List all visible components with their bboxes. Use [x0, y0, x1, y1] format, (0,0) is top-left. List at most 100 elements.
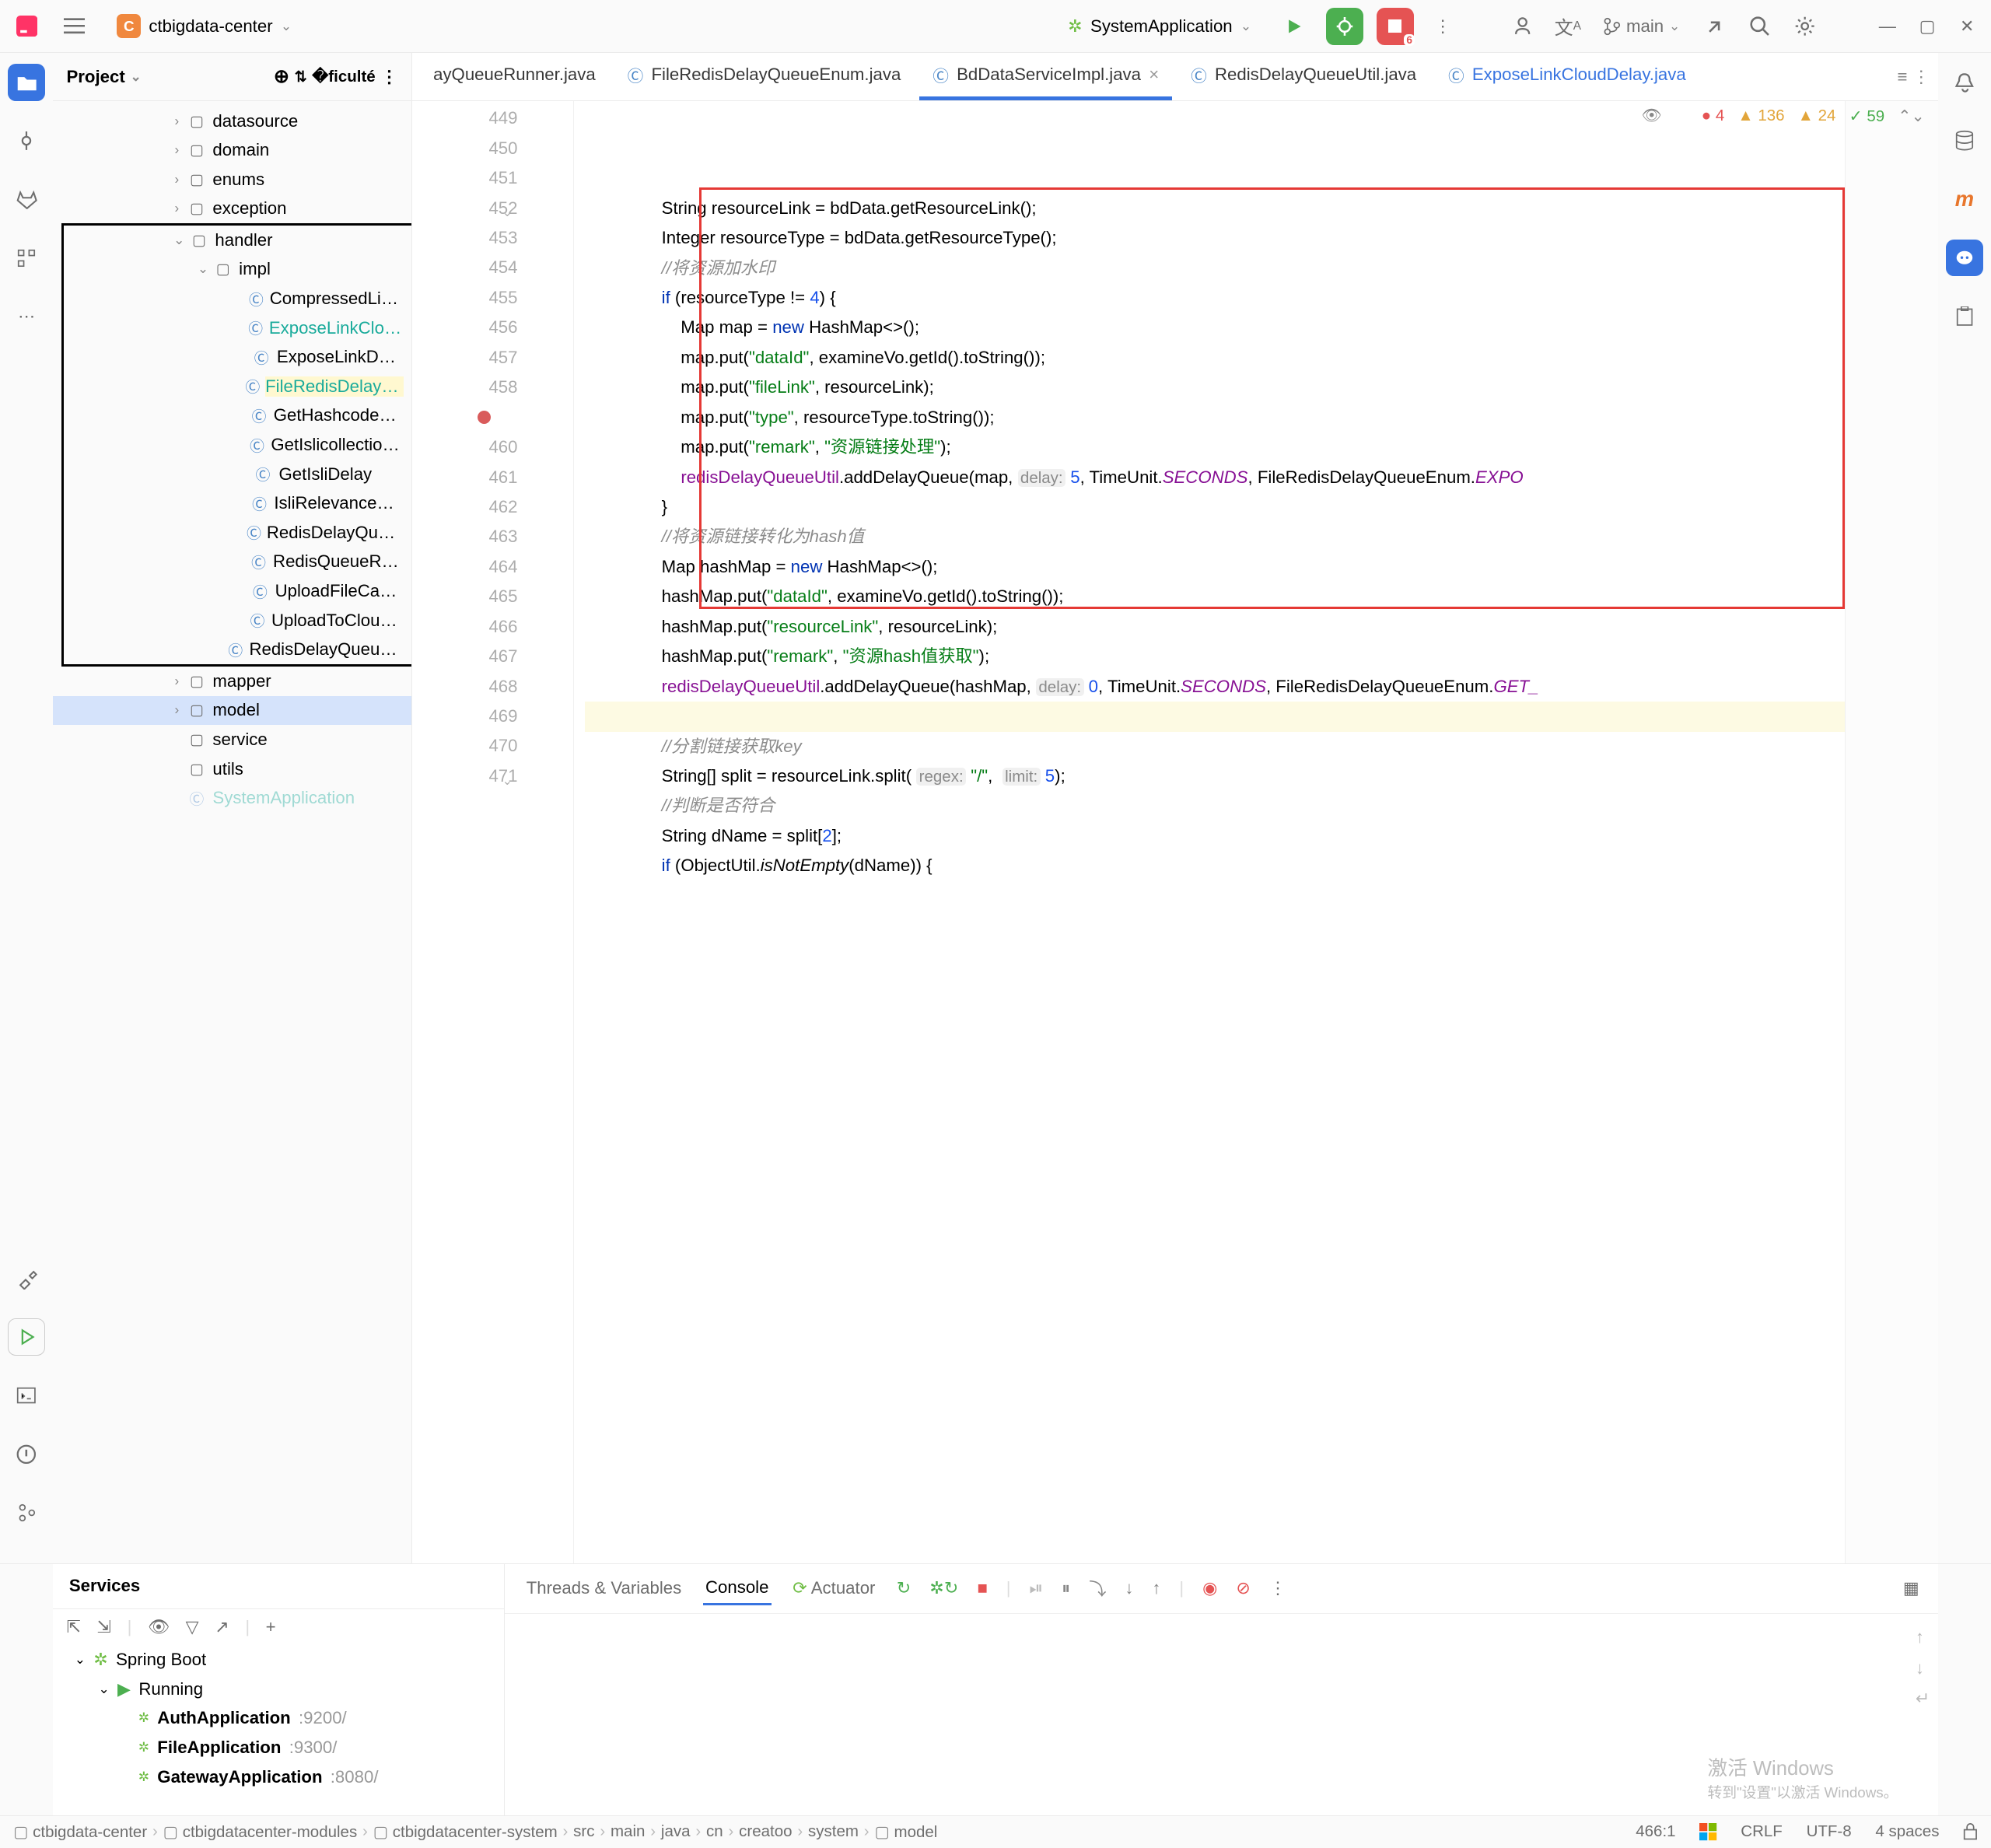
rerun-icon[interactable]: ↻	[897, 1578, 912, 1598]
tree-item[interactable]: ⒸIsliRelevanceDelay	[64, 488, 411, 518]
tree-item[interactable]: ⒸGetIsliDelay	[64, 460, 411, 489]
more-icon[interactable]: ⋮	[1912, 67, 1930, 87]
project-selector[interactable]: C ctbigdata-center ⌄	[107, 12, 303, 41]
breadcrumb-item[interactable]: main	[611, 1822, 645, 1841]
caret-position[interactable]: 466:1	[1636, 1822, 1675, 1841]
tree-item[interactable]: ›▢mapper	[53, 667, 411, 696]
show-icon[interactable]: 👁	[148, 1617, 170, 1637]
line-separator[interactable]: CRLF	[1741, 1822, 1783, 1841]
tree-item[interactable]: ⒸGetHashcodeDelay	[64, 401, 411, 431]
breadcrumb-item[interactable]: ▢ ctbigdatacenter-system	[373, 1822, 558, 1842]
tree-item[interactable]: ⌄▢impl	[64, 255, 411, 285]
tabs-list-icon[interactable]: ≡	[1897, 67, 1907, 87]
scroll-up-icon[interactable]: ↑	[1916, 1627, 1930, 1647]
structure-tool-icon[interactable]	[8, 240, 45, 277]
more-icon[interactable]: ⋮	[1427, 10, 1459, 42]
breadcrumb-item[interactable]: cn	[706, 1822, 723, 1841]
stop-icon[interactable]: ■	[977, 1578, 987, 1598]
step-out-icon[interactable]: ↑	[1152, 1578, 1160, 1598]
breadcrumbs[interactable]: ▢ ctbigdata-center›▢ ctbigdatacenter-mod…	[13, 1822, 937, 1842]
mute-breakpoints-icon[interactable]: ⊘	[1236, 1578, 1251, 1598]
services-tool-icon[interactable]	[8, 1318, 45, 1356]
code-with-me-icon[interactable]	[1506, 10, 1538, 42]
console-output[interactable]: ↑ ↓ ↵ 激活 Windows 转到"设置"以激活 Windows。	[505, 1614, 1937, 1816]
tree-item[interactable]: ▢service	[53, 725, 411, 754]
clipboard-icon[interactable]	[1946, 298, 1983, 335]
close-icon[interactable]: ×	[1149, 65, 1159, 85]
minimize-button[interactable]: —	[1874, 13, 1901, 40]
more-icon[interactable]: ⋮	[381, 67, 398, 87]
more-icon[interactable]: ⋮	[1269, 1578, 1286, 1598]
reader-mode-icon[interactable]: 👁	[1642, 107, 1662, 125]
pause-icon[interactable]: ⏸	[1062, 1578, 1070, 1598]
chevron-icon[interactable]: ⌃⌄	[1898, 107, 1924, 126]
breadcrumb-item[interactable]: ▢ ctbigdata-center	[13, 1822, 147, 1842]
stop-button[interactable]: 6	[1377, 8, 1414, 45]
gutter[interactable]: 449450451452⌄453454455456457458460461462…	[412, 101, 574, 1563]
export-icon[interactable]: ↗	[215, 1617, 229, 1637]
services-tree[interactable]: ⌄✲Spring Boot ⌄▶Running ✲AuthApplication…	[53, 1645, 504, 1815]
editor-tab[interactable]: ⒸExposeLinkCloudDelay.java	[1435, 53, 1699, 100]
breadcrumb-item[interactable]: java	[661, 1822, 691, 1841]
tree-item[interactable]: ⌄▢handler	[64, 226, 411, 255]
code-editor[interactable]: String resourceLink = bdData.getResource…	[574, 101, 1845, 1563]
tree-item[interactable]: ⒸRedisQueueRunner	[64, 548, 411, 577]
commit-tool-icon[interactable]	[8, 122, 45, 159]
notifications-icon[interactable]	[1946, 64, 1983, 101]
search-icon[interactable]	[1744, 10, 1776, 42]
tree-item[interactable]: ⒸRedisDelayQueueHandle	[64, 635, 411, 664]
minimap[interactable]	[1845, 101, 1938, 1563]
step-into-icon[interactable]: ↓	[1125, 1578, 1133, 1598]
main-menu-icon[interactable]	[58, 10, 90, 42]
tab-console[interactable]: Console	[703, 1572, 772, 1605]
expand-icon[interactable]: ⇅	[295, 68, 307, 86]
project-tool-icon[interactable]	[8, 64, 45, 101]
database-icon[interactable]	[1946, 122, 1983, 159]
tree-item[interactable]: ⒸUploadToCloudDelay	[64, 606, 411, 635]
service-app[interactable]: ✲AuthApplication :9200/	[64, 1704, 504, 1734]
tree-item[interactable]: ›▢exception	[53, 194, 411, 223]
tree-item[interactable]: ⒸRedisDelayQueueRunner	[64, 518, 411, 548]
maven-icon[interactable]: m	[1946, 180, 1983, 218]
tree-item[interactable]: ⒸCompressedLinkDelay	[64, 284, 411, 313]
breadcrumb-item[interactable]: system	[808, 1822, 859, 1841]
service-app[interactable]: ✲FileApplication :9300/	[64, 1733, 504, 1762]
step-over-icon[interactable]: ⤵	[1089, 1576, 1106, 1601]
editor-tab[interactable]: ⒸRedisDelayQueueUtil.java	[1177, 53, 1429, 100]
project-tree[interactable]: ›▢datasource›▢domain›▢enums›▢exception⌄▢…	[53, 101, 411, 1563]
maximize-button[interactable]: ▢	[1914, 13, 1940, 40]
inspections-widget[interactable]: 👁 ● 4 ▲ 136 ▲ 24 ✓ 59 ⌃⌄	[1642, 107, 1925, 126]
service-app[interactable]: ✲GatewayApplication :8080/	[64, 1762, 504, 1792]
scroll-down-icon[interactable]: ↓	[1916, 1658, 1930, 1678]
settings-icon[interactable]	[1789, 10, 1821, 42]
terminal-tool-icon[interactable]	[8, 1377, 45, 1415]
intellij-logo-icon[interactable]	[11, 10, 43, 42]
tree-item[interactable]: ⒸExposeLinkCloudDelay	[64, 313, 411, 343]
tree-item[interactable]: ›▢enums	[53, 165, 411, 194]
editor-body[interactable]: 👁 ● 4 ▲ 136 ▲ 24 ✓ 59 ⌃⌄ 449450451452⌄45…	[412, 101, 1938, 1563]
view-breakpoints-icon[interactable]: ◉	[1202, 1578, 1217, 1598]
tree-item[interactable]: ▢utils	[53, 754, 411, 784]
indent[interactable]: 4 spaces	[1875, 1822, 1939, 1841]
translate-icon[interactable]: 文A	[1552, 10, 1583, 42]
open-link-icon[interactable]	[1699, 10, 1730, 42]
tree-item[interactable]: ⒸExposeLinkDelay	[64, 342, 411, 372]
editor-tab[interactable]: ⒸFileRedisDelayQueueEnum.java	[614, 53, 915, 100]
tree-item[interactable]: ⒸUploadFileCabinet	[64, 576, 411, 606]
breadcrumb-item[interactable]: creatoo	[739, 1822, 792, 1841]
locate-icon[interactable]: ⊕	[274, 65, 289, 88]
filter-icon[interactable]: ▽	[186, 1617, 199, 1637]
expand-icon[interactable]: ⇲	[97, 1617, 112, 1637]
breadcrumb-item[interactable]: src	[573, 1822, 594, 1841]
tree-item[interactable]: ›▢datasource	[53, 107, 411, 136]
git-branch-button[interactable]: main⌄	[1597, 10, 1685, 42]
vcs-tool-icon[interactable]	[8, 1494, 45, 1531]
collapse-icon[interactable]: ⇱	[66, 1617, 81, 1637]
more-tools-icon[interactable]: ⋯	[8, 298, 45, 335]
breadcrumb-item[interactable]: ▢ ctbigdatacenter-modules	[163, 1822, 358, 1842]
chevron-down-icon[interactable]: ⌄	[131, 69, 142, 85]
tab-threads[interactable]: Threads & Variables	[523, 1573, 684, 1605]
gitlab-tool-icon[interactable]	[8, 180, 45, 218]
debug-button[interactable]	[1326, 8, 1363, 45]
add-icon[interactable]: +	[266, 1617, 276, 1637]
